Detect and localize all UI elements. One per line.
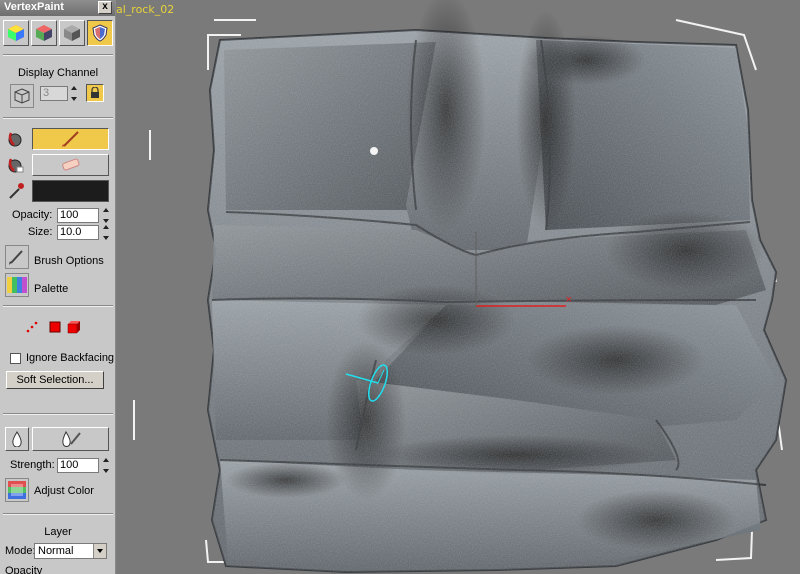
- brush-options-label: Brush Options: [34, 255, 104, 267]
- separator: [3, 413, 113, 415]
- display-mode-toolbar: [3, 20, 113, 46]
- gray-cube-icon: [64, 25, 80, 41]
- display-channel-input[interactable]: 3: [40, 86, 68, 101]
- adjust-color-label: Adjust Color: [34, 485, 94, 497]
- separator: [3, 54, 113, 56]
- rock-mesh: [206, 0, 788, 574]
- brush-options-icon: [9, 250, 23, 265]
- panel-title: VertexPaint: [4, 1, 64, 13]
- vertex-subobject-button[interactable]: [24, 319, 40, 335]
- face-subobject-button[interactable]: [47, 319, 63, 335]
- eraser-icon: [61, 158, 79, 171]
- vertexpaint-panel: VertexPaint x Display Channel 3 Opacity:…: [0, 0, 116, 574]
- adjust-color-icon: [8, 481, 26, 499]
- close-button[interactable]: x: [98, 1, 112, 14]
- size-input[interactable]: 10.0: [57, 225, 99, 240]
- vertex-color-display-button[interactable]: [3, 20, 29, 46]
- brush-options-button[interactable]: [5, 245, 29, 269]
- separator: [3, 117, 113, 119]
- lock-icon: [91, 87, 99, 98]
- shaded-cube-icon: [36, 25, 52, 41]
- palette-icon: [7, 277, 27, 293]
- vertex-color-icon: [8, 25, 24, 41]
- separator: [3, 513, 113, 515]
- paint-bucket-icon: [8, 132, 22, 147]
- layer-mode-value: Normal: [38, 545, 74, 557]
- shaded-shield-icon: [92, 24, 108, 42]
- layer-mode-label: Mode:: [5, 545, 36, 557]
- display-channel-spinner[interactable]: [70, 86, 78, 101]
- opacity-input[interactable]: 100: [57, 208, 99, 223]
- channel-object-button[interactable]: [10, 84, 34, 108]
- size-label: Size:: [28, 226, 53, 238]
- size-spinner[interactable]: [102, 225, 110, 240]
- display-channel-label: Display Channel: [17, 67, 99, 79]
- paint-brush-button[interactable]: [32, 128, 109, 150]
- paint-all-button[interactable]: [5, 128, 27, 150]
- red-square-icon: [49, 321, 61, 333]
- rock-mesh-render: ×: [133, 0, 788, 574]
- chevron-down-icon: [93, 544, 106, 558]
- blur-brush-options-button[interactable]: [32, 427, 109, 451]
- paintbrush-icon: [61, 131, 79, 147]
- color-picker-button[interactable]: [5, 180, 27, 202]
- element-subobject-button[interactable]: [66, 319, 82, 335]
- disable-vertex-color-button[interactable]: [59, 20, 85, 46]
- layer-header: Layer: [44, 526, 72, 538]
- ignore-backfacing-label: Ignore Backfacing: [26, 352, 115, 364]
- panel-titlebar[interactable]: VertexPaint x: [0, 0, 115, 16]
- lock-channel-button[interactable]: [86, 84, 104, 102]
- ignore-backfacing-checkbox[interactable]: [10, 353, 21, 364]
- opacity-label: Opacity:: [12, 209, 53, 221]
- eyedropper-icon: [9, 183, 24, 199]
- layer-mode-dropdown[interactable]: Normal: [34, 543, 107, 559]
- wire-cube-icon: [14, 88, 30, 104]
- perspective-viewport[interactable]: × al_rock_02: [116, 0, 800, 574]
- layer-opacity-label: Opacity: [5, 565, 43, 574]
- blur-brush-icon: [61, 430, 81, 447]
- erase-bucket-icon: [8, 158, 24, 173]
- svg-text:×: ×: [565, 295, 573, 305]
- erase-button[interactable]: [32, 154, 109, 176]
- show-shaded-button[interactable]: [87, 20, 113, 46]
- paint-color-swatch[interactable]: [32, 180, 109, 202]
- viewport-object-label: al_rock_02: [116, 3, 175, 16]
- strength-label: Strength:: [10, 459, 55, 471]
- strength-input[interactable]: 100: [57, 458, 99, 473]
- blur-brush-button[interactable]: [5, 427, 29, 451]
- shaded-vertex-color-button[interactable]: [31, 20, 57, 46]
- adjust-color-button[interactable]: [5, 478, 29, 502]
- erase-all-button[interactable]: [5, 154, 27, 176]
- red-cube-icon: [67, 321, 80, 334]
- opacity-spinner[interactable]: [102, 208, 110, 223]
- palette-label: Palette: [34, 283, 69, 295]
- vertex-dots-icon: [26, 321, 38, 333]
- strength-spinner[interactable]: [102, 458, 110, 473]
- drop-icon: [12, 431, 22, 447]
- separator: [3, 305, 113, 307]
- soft-selection-button[interactable]: Soft Selection...: [6, 371, 104, 389]
- palette-button[interactable]: [5, 273, 29, 297]
